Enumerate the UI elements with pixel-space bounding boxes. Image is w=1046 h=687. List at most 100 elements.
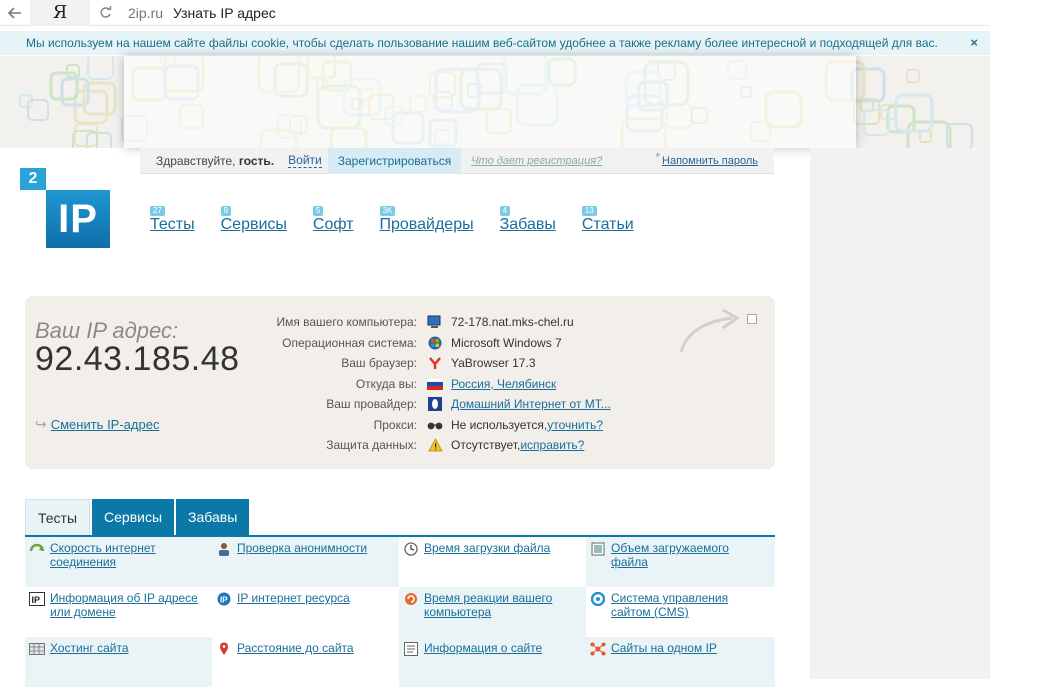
- test-label: Проверка анонимности: [237, 541, 368, 555]
- yandex-button[interactable]: Я: [30, 0, 90, 26]
- nav-label: Тесты: [150, 216, 195, 233]
- test-label: Хостинг сайта: [50, 641, 129, 655]
- nav-badge: 27: [150, 206, 165, 216]
- nav-label: Софт: [312, 216, 354, 233]
- warning-icon: [427, 438, 443, 452]
- nav-providers[interactable]: 3K Провайдеры: [379, 206, 474, 234]
- remind-password-link[interactable]: Напомнить пароль: [662, 155, 758, 167]
- file-size-icon: [590, 541, 606, 557]
- test-item-load-time[interactable]: Время загрузки файла: [399, 537, 586, 587]
- test-label: Информация об IP адресе или домене: [50, 591, 198, 619]
- glasses-icon: [427, 418, 443, 432]
- svg-text:IP: IP: [32, 595, 41, 605]
- cms-icon: [590, 591, 606, 607]
- section-tabs: Тесты Сервисы Забавы: [25, 499, 251, 535]
- test-item-speed[interactable]: Скорость интернет соединения: [25, 537, 212, 587]
- tab-tests[interactable]: Тесты: [25, 499, 91, 535]
- logo-small-square: 2: [20, 168, 46, 190]
- change-ip-label: Сменить IP-адрес: [50, 417, 160, 432]
- hosting-icon: [29, 641, 45, 657]
- greeting: Здравствуйте, гость.: [156, 153, 275, 168]
- info-value: Отсутствует,: [451, 438, 521, 453]
- info-value: YaBrowser 17.3: [451, 356, 536, 371]
- tab-fun[interactable]: Забавы: [176, 499, 250, 535]
- ip-address-value: 92.43.185.48: [35, 340, 240, 378]
- nav-badge: 4: [499, 206, 511, 216]
- reload-button[interactable]: [90, 0, 120, 26]
- ip-info-panel: Ваш IP адрес: 92.43.185.48 ↪ Сменить IP-…: [25, 296, 775, 469]
- test-label: Время загрузки файла: [424, 541, 551, 555]
- nav-badge: 5: [312, 206, 324, 216]
- nav-services[interactable]: 9 Сервисы: [220, 206, 287, 234]
- yandex-browser-icon: [427, 356, 443, 370]
- asterisk: *: [655, 150, 660, 164]
- same-ip-icon: [590, 641, 606, 657]
- info-key: Защита данных:: [326, 438, 417, 453]
- location-pin-icon: [216, 641, 232, 657]
- anonymity-icon: [216, 541, 232, 557]
- registration-info-link[interactable]: Что дает регистрация?: [471, 155, 602, 167]
- test-item-ip-resource[interactable]: IP IP интернет ресурса: [212, 587, 399, 637]
- ip-resource-icon: IP: [216, 591, 232, 607]
- login-link[interactable]: Войти: [288, 153, 322, 168]
- windows-icon: [427, 336, 443, 350]
- login-bar: Здравствуйте, гость. Войти Зарегистриров…: [140, 147, 774, 174]
- close-cookie-button[interactable]: ×: [970, 35, 978, 50]
- logo-big-square: IP: [46, 190, 110, 248]
- browser-toolbar: Я 2ip.ru Узнать IP адрес: [0, 0, 1046, 26]
- test-label: Информация о сайте: [424, 641, 543, 655]
- nav-badge: 3K: [379, 206, 396, 216]
- test-label: Скорость интернет соединения: [50, 541, 156, 569]
- test-label: IP интернет ресурса: [237, 591, 350, 605]
- svg-text:IP: IP: [220, 596, 228, 605]
- info-key: Откуда вы:: [355, 376, 417, 391]
- nav-badge: 13: [581, 206, 597, 216]
- info-value: Microsoft Windows 7: [451, 335, 562, 350]
- test-item-ip-info[interactable]: IP Информация об IP адресе или домене: [25, 587, 212, 637]
- nav-soft[interactable]: 5 Софт: [312, 206, 354, 234]
- arrow-left-icon: [8, 6, 21, 19]
- header-center-panel: [124, 56, 856, 148]
- info-row: Защита данных: Отсутствует, исправить?: [255, 435, 611, 456]
- info-key: Ваш браузер:: [341, 356, 417, 371]
- info-row: Ваш провайдер: Домашний Интернет от МТ..…: [255, 394, 611, 415]
- test-label: Объем загружаемого файла: [611, 541, 729, 569]
- test-item-distance[interactable]: Расстояние до сайта: [212, 637, 399, 687]
- change-ip-link[interactable]: ↪ Сменить IP-адрес: [35, 416, 159, 433]
- register-button[interactable]: Зарегистрироваться: [327, 147, 462, 174]
- computer-icon: [427, 315, 443, 329]
- protection-fix-link[interactable]: исправить?: [520, 438, 584, 452]
- nav-tests[interactable]: 27 Тесты: [150, 206, 195, 234]
- nav-fun[interactable]: 4 Забавы: [499, 206, 556, 234]
- cookie-notice: Мы используем на нашем сайте файлы cooki…: [0, 31, 990, 55]
- test-item-response-time[interactable]: Время реакции вашего компьютера: [399, 587, 586, 637]
- proxy-clarify-link[interactable]: уточнить?: [547, 418, 603, 432]
- info-row: Прокси: Не используется, уточнить?: [255, 415, 611, 436]
- address-domain[interactable]: 2ip.ru: [128, 5, 163, 21]
- tab-services[interactable]: Сервисы: [92, 499, 175, 535]
- page-tab-title: Узнать IP адрес: [173, 4, 276, 21]
- return-arrow-icon: ↪: [35, 416, 47, 432]
- info-value: Не используется,: [451, 417, 548, 432]
- test-item-anonymity[interactable]: Проверка анонимности: [212, 537, 399, 587]
- test-item-same-ip[interactable]: Сайты на одном IP: [586, 637, 775, 687]
- cookie-text: Мы используем на нашем сайте файлы cooki…: [26, 36, 938, 50]
- ip-info-icon: IP: [29, 591, 45, 607]
- location-link[interactable]: Россия, Челябинск: [451, 377, 556, 391]
- nav-badge: 9: [220, 206, 232, 216]
- test-item-hosting[interactable]: Хостинг сайта: [25, 637, 212, 687]
- collapse-checkbox[interactable]: [747, 314, 757, 324]
- site-logo[interactable]: 2 IP: [20, 168, 112, 250]
- back-button[interactable]: [0, 0, 30, 26]
- russia-flag-icon: [427, 377, 443, 391]
- response-time-icon: [403, 591, 419, 607]
- test-item-file-size[interactable]: Объем загружаемого файла: [586, 537, 775, 587]
- right-side-panel: [810, 148, 990, 679]
- provider-link[interactable]: Домашний Интернет от МТ...: [451, 397, 611, 411]
- test-item-site-info[interactable]: Информация о сайте: [399, 637, 586, 687]
- test-item-cms[interactable]: Система управления сайтом (CMS): [586, 587, 775, 637]
- nav-articles[interactable]: 13 Статьи: [581, 206, 634, 234]
- info-key: Ваш провайдер:: [326, 397, 417, 412]
- nav-label: Забавы: [499, 216, 556, 233]
- info-row: Имя вашего компьютера: 72-178.nat.mks-ch…: [255, 312, 611, 333]
